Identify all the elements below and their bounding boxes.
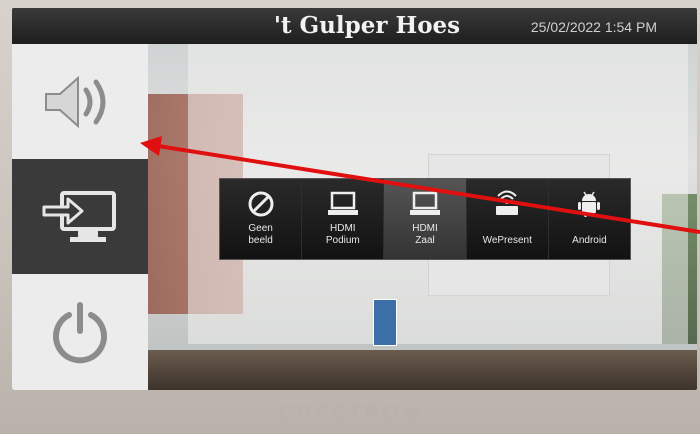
title-bar: 't Gulper Hoes 25/02/2022 1:54 PM bbox=[12, 8, 697, 44]
source-label-line1: HDMI bbox=[330, 223, 356, 234]
source-label-line1: HDMI bbox=[412, 223, 438, 234]
source-geen-beeld[interactable]: Geen beeld bbox=[220, 179, 303, 259]
source-android[interactable]: Android bbox=[548, 179, 631, 259]
date-time: 25/02/2022 1:54 PM bbox=[530, 19, 657, 35]
laptop-icon bbox=[384, 187, 465, 221]
source-button[interactable] bbox=[12, 159, 148, 274]
side-navigation bbox=[12, 44, 148, 390]
wireless-presenter-icon bbox=[467, 187, 548, 221]
source-label-line2: beeld bbox=[248, 235, 273, 246]
power-icon bbox=[53, 302, 107, 364]
source-hdmi-podium[interactable]: HDMI Podium bbox=[302, 179, 385, 259]
volume-button[interactable] bbox=[12, 44, 148, 159]
source-wepresent[interactable]: WePresent bbox=[466, 179, 549, 259]
touch-screen: 't Gulper Hoes 25/02/2022 1:54 PM Geen b… bbox=[12, 8, 697, 390]
brand-logo: CRESTRON bbox=[278, 402, 422, 426]
source-selection-panel: Geen beeld HDMI Podium HDMI Zaal WePrese… bbox=[219, 178, 631, 260]
power-button[interactable] bbox=[12, 274, 148, 390]
source-label: Android bbox=[572, 235, 607, 246]
display-input-icon bbox=[42, 190, 116, 242]
room-title: 't Gulper Hoes bbox=[273, 12, 461, 39]
speaker-volume-icon bbox=[45, 75, 106, 128]
no-image-icon bbox=[220, 187, 301, 221]
source-label-line1: Geen bbox=[248, 223, 273, 234]
source-hdmi-zaal[interactable]: HDMI Zaal bbox=[384, 179, 467, 259]
laptop-icon bbox=[302, 187, 383, 221]
source-label-line2: Podium bbox=[325, 235, 360, 246]
source-label: WePresent bbox=[482, 235, 532, 246]
source-label-line2: Zaal bbox=[415, 235, 435, 246]
android-icon bbox=[549, 187, 630, 221]
